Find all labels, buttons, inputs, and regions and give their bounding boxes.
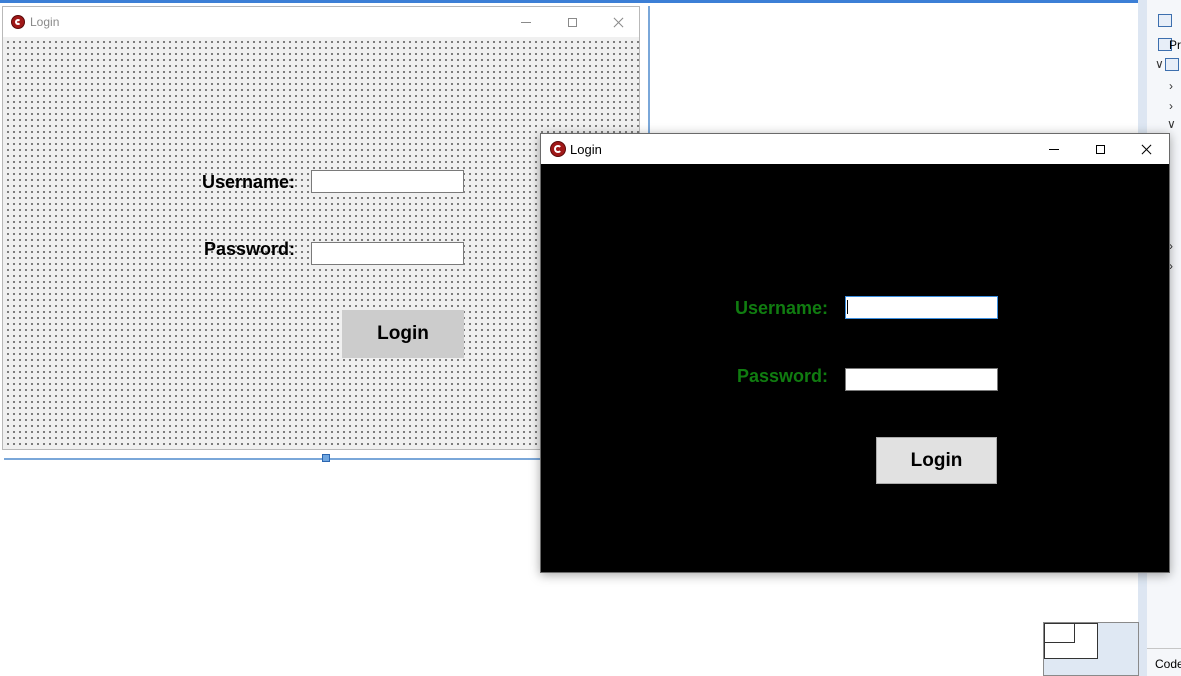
maximize-icon (567, 17, 577, 27)
designer-password-textbox[interactable] (311, 242, 464, 265)
designer-selection-bottom-edge (4, 458, 549, 460)
maximize-icon (1095, 144, 1105, 154)
chevron-down-icon[interactable]: ∨ (1155, 58, 1164, 70)
designer-login-button[interactable]: Login (342, 310, 464, 358)
chevron-right-icon[interactable]: › (1169, 80, 1173, 92)
code-tab[interactable]: Code (1155, 657, 1181, 671)
chevron-right-icon[interactable]: › (1169, 100, 1173, 112)
solution-icon[interactable] (1158, 14, 1172, 27)
minimize-icon (1049, 148, 1059, 150)
app-logo-icon (550, 141, 566, 157)
designer-minimap[interactable] (1043, 622, 1139, 676)
text-caret (847, 300, 848, 314)
running-window-title: Login (570, 142, 602, 157)
designer-resize-handle[interactable] (322, 454, 330, 462)
form-file-icon[interactable] (1165, 58, 1179, 71)
designer-window-title: Login (30, 15, 60, 29)
running-login-window[interactable]: Login Username: Password: Login (540, 133, 1170, 573)
username-input[interactable] (845, 296, 998, 319)
designer-titlebar[interactable]: Login (3, 7, 639, 37)
login-button[interactable]: Login (876, 437, 997, 484)
minimize-icon (521, 21, 531, 23)
chevron-down-icon[interactable]: ∨ (1167, 118, 1176, 130)
password-input[interactable] (845, 368, 998, 391)
minimap-form-outline (1044, 623, 1075, 643)
username-label: Username: (734, 298, 828, 318)
ide-tab-divider (1147, 648, 1181, 649)
project-item-label[interactable]: Pr (1169, 38, 1181, 52)
close-icon (1141, 144, 1152, 155)
top-accent-bar (0, 0, 1140, 3)
app-logo-icon (11, 15, 25, 29)
designer-maximize-button[interactable] (549, 7, 595, 37)
desktop: Login Username: Password: Login Pr ∨ › ›… (0, 0, 1181, 676)
designer-password-label[interactable]: Password: (155, 239, 295, 260)
designer-username-textbox[interactable] (311, 170, 464, 193)
close-icon (613, 17, 624, 28)
running-minimize-button[interactable] (1031, 134, 1077, 164)
running-maximize-button[interactable] (1077, 134, 1123, 164)
running-close-button[interactable] (1123, 134, 1169, 164)
running-form-body: Username: Password: Login (541, 164, 1169, 572)
password-label: Password: (736, 366, 828, 386)
running-titlebar[interactable]: Login (541, 134, 1169, 164)
designer-username-label[interactable]: Username: (155, 172, 295, 193)
designer-close-button[interactable] (595, 7, 641, 37)
designer-minimize-button[interactable] (503, 7, 549, 37)
